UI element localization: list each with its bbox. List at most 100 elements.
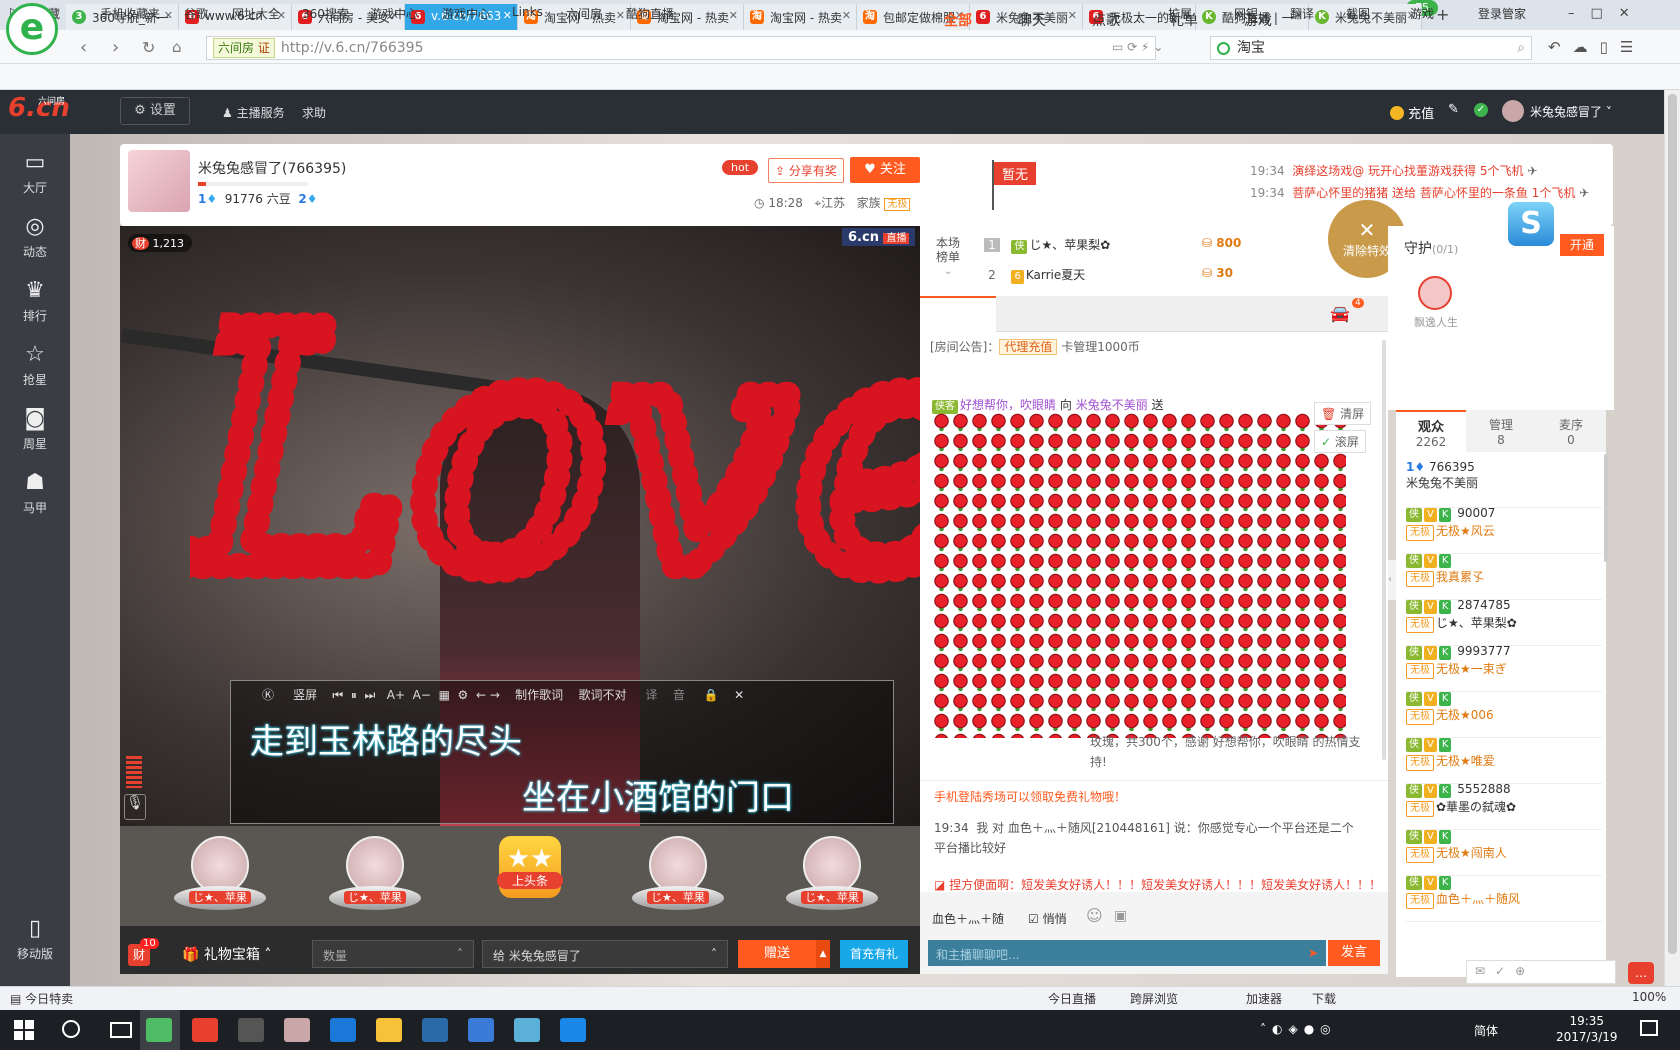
maximize-icon[interactable]: □ <box>1591 6 1619 21</box>
audience-scrollbar[interactable] <box>1604 454 1608 562</box>
portrait-button[interactable]: 竖屏 <box>293 688 317 702</box>
clock[interactable]: 19:35 2017/3/19 <box>1556 1013 1618 1045</box>
nav-item-2[interactable]: ◎ 动态 <box>0 208 70 272</box>
status-item[interactable]: 加速器 <box>1246 990 1282 1007</box>
next-icon[interactable]: ⏭ <box>364 688 375 702</box>
tool-item[interactable]: 截图 <box>1346 5 1370 22</box>
bookmark-item[interactable]: 六间房 <box>566 5 602 22</box>
url-input[interactable]: 六间房 证 http://v.6.cn/766395 <box>206 36 1156 60</box>
gift-avatar-item[interactable]: じ★、苹果 <box>782 836 882 920</box>
close-icon[interactable]: ✕ <box>734 688 744 702</box>
status-left[interactable]: ▤ 今日特卖 <box>10 990 73 1007</box>
nav-item-4[interactable]: ☆ 抢星 <box>0 336 70 400</box>
chat-bubble-icon[interactable]: … <box>1628 962 1654 984</box>
audience-item[interactable]: 侠VK 2874785 无极 じ★、苹果梨✿ <box>1406 598 1602 646</box>
tool-item[interactable]: 翻译 <box>1290 5 1314 22</box>
cortana-icon[interactable] <box>62 1020 80 1038</box>
status-item[interactable]: 下载 <box>1312 990 1336 1007</box>
audience-item[interactable]: 侠VK 90007 无极 无极★风云 <box>1406 506 1602 554</box>
streamer-avatar[interactable] <box>128 150 190 212</box>
photos-app[interactable] <box>422 1018 448 1042</box>
audience-item[interactable]: 侠VK 5552888 无极 ✿華墨の弑魂✿ <box>1406 782 1602 830</box>
chat-tab-2[interactable]: 聊天 <box>1018 10 1046 30</box>
recipient-select[interactable]: 给 米兔兔感冒了 ˄ <box>482 940 728 968</box>
rank-row[interactable]: 1 侠じ★、苹果梨✿ ⛁ 800 <box>984 236 1274 254</box>
arrow-right-icon[interactable]: → <box>490 688 500 702</box>
make-lyrics-button[interactable]: 制作歌词 <box>515 688 563 702</box>
user-avatar[interactable] <box>1502 100 1524 122</box>
share-button[interactable]: ⇪ 分享有奖 <box>768 158 844 183</box>
6cn-app[interactable] <box>192 1018 218 1042</box>
help-link[interactable]: 求助 <box>302 104 326 121</box>
audience-item[interactable]: 侠VK 无极 无极★闯南人 <box>1406 828 1602 876</box>
image-icon[interactable]: ▣ <box>1114 908 1127 924</box>
quantity-input[interactable]: 数量 ˄ <box>312 940 474 968</box>
bookmark-item[interactable]: 网址大全 <box>232 5 280 22</box>
gift-avatar-item[interactable]: じ★、苹果 <box>628 836 728 920</box>
home-icon[interactable]: ⌂ <box>172 38 182 56</box>
notes-app[interactable] <box>468 1018 494 1042</box>
refresh-icon[interactable]: ↻ <box>142 38 155 57</box>
nav-item-7[interactable]: ▯ 移动版 <box>0 910 70 974</box>
search-icon[interactable]: ⌕ <box>1517 37 1525 59</box>
file-explorer-app[interactable] <box>376 1018 402 1042</box>
translate-button[interactable]: 译 <box>646 688 658 702</box>
tab-close-icon[interactable]: ✕ <box>164 9 173 22</box>
car-icon[interactable]: 🚘 <box>1330 304 1350 323</box>
task-view-icon[interactable] <box>110 1022 132 1038</box>
gift-avatar-item[interactable]: じ★、苹果 <box>170 836 270 920</box>
input-language[interactable]: 简体 <box>1474 1022 1498 1039</box>
kugou-app[interactable] <box>330 1018 356 1042</box>
tab-close-icon[interactable]: ✕ <box>842 9 851 22</box>
follow-button[interactable]: ♥ 关注 <box>850 157 920 183</box>
audience-item[interactable]: 侠VK 9993777 无极 无极★一束ぎ <box>1406 644 1602 692</box>
bookmark-item[interactable]: 手机收藏夹 <box>100 5 160 22</box>
audience-item[interactable]: 侠VK 无极 血色＋灬＋随风 <box>1406 874 1602 922</box>
send-chat-button[interactable]: 发言 <box>1328 940 1380 966</box>
nav-item-3[interactable]: ♛ 排行 <box>0 272 70 336</box>
avatar-app[interactable] <box>284 1018 310 1042</box>
send-gift-button[interactable]: 赠送 <box>738 940 816 968</box>
editor-app[interactable] <box>514 1018 540 1042</box>
anchor-service-link[interactable]: ♟ 主播服务 <box>222 104 285 121</box>
nav-item-5[interactable]: ◙ 周星 <box>0 400 70 464</box>
gift-box-button[interactable]: 🎁 礼物宝箱 ˄ <box>182 944 271 964</box>
chat-scrollbar[interactable] <box>1382 340 1386 760</box>
edit-icon[interactable]: ✎ <box>1448 102 1459 117</box>
forward-icon[interactable]: › <box>112 37 119 58</box>
bookmark-item[interactable]: 游戏中心 <box>442 5 490 22</box>
lock-icon[interactable]: 🔒 <box>704 688 719 702</box>
pause-icon[interactable]: ⏸ <box>351 688 357 702</box>
chat-tab-4[interactable]: 礼单 <box>1170 10 1198 30</box>
tab-close-icon[interactable]: ✕ <box>729 9 738 22</box>
back-icon[interactable]: ‹ <box>80 37 87 58</box>
first-recharge-button[interactable]: 首充有礼 <box>840 940 908 968</box>
user-name[interactable]: 米兔兔感冒了 ˅ <box>1530 103 1612 120</box>
rank-row[interactable]: 2 6 Karrie夏天 ⛁ 30 <box>984 266 1274 284</box>
font-decrease-icon[interactable]: A− <box>413 688 431 702</box>
tab-close-icon[interactable]: ✕ <box>1068 9 1077 22</box>
tool-item[interactable]: 登录管家 <box>1478 5 1526 22</box>
new-tab-button[interactable]: + <box>1436 5 1449 24</box>
chevron-down-icon[interactable]: ⌄ <box>944 266 952 277</box>
status-item[interactable]: 今日直播 <box>1048 990 1096 1007</box>
font-increase-icon[interactable]: A+ <box>387 688 405 702</box>
chat-tab-3[interactable]: 点歌 <box>1092 10 1120 30</box>
browser-logo-icon[interactable]: e <box>6 3 58 55</box>
prev-icon[interactable]: ⏮ <box>332 688 343 702</box>
audience-item[interactable]: 侠VK 无极 无极★006 <box>1406 690 1602 738</box>
tab-close-icon[interactable]: ✕ <box>616 9 625 22</box>
bookmark-item[interactable]: Links <box>512 5 543 19</box>
guard-open-button[interactable]: 开通 <box>1560 234 1604 256</box>
windows-start-icon[interactable] <box>14 1020 34 1040</box>
search-input[interactable]: 淘宝 ⌕ <box>1210 36 1532 60</box>
music-app[interactable] <box>238 1018 264 1042</box>
whisper-checkbox[interactable]: ☑ 悄悄 <box>1028 910 1067 927</box>
bookmark-item[interactable]: 游戏中心 <box>370 5 418 22</box>
send-dropdown-button[interactable]: ▲ <box>816 940 830 968</box>
arrow-left-icon[interactable]: ← <box>476 688 486 702</box>
chat-target-select[interactable]: 血色＋灬＋随 ✕ <box>932 910 1008 927</box>
wrong-lyrics-button[interactable]: 歌词不对 <box>578 688 626 702</box>
minimize-icon[interactable]: – <box>1568 6 1591 21</box>
tab-7[interactable]: 淘淘宝网 - 热卖 ✕ <box>744 4 857 30</box>
